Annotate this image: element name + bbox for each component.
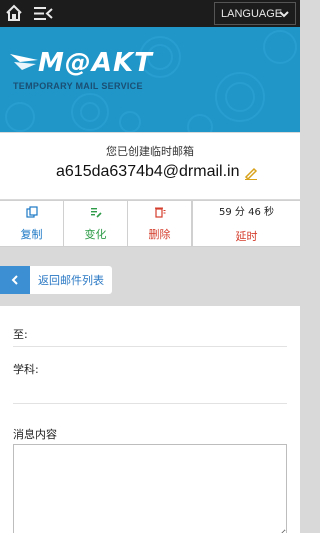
header-pattern xyxy=(5,30,297,132)
email-caption: 您已创建临时邮箱 xyxy=(106,145,194,158)
copy-button[interactable]: 复制 xyxy=(0,201,64,246)
trash-icon xyxy=(154,207,165,218)
extend-timer-button[interactable]: 59 分 46 秒 延时 xyxy=(192,201,300,246)
compose-form: 至: 学科: 消息内容 xyxy=(0,306,300,533)
mailbox-actions: 复制 变化 删除 59 分 46 秒 延时 xyxy=(0,200,300,247)
back-arrow-box xyxy=(0,266,30,294)
delete-label: 删除 xyxy=(148,227,171,241)
home-icon[interactable] xyxy=(5,4,23,22)
logo[interactable]: M@AKT xyxy=(38,48,153,78)
chevron-left-icon xyxy=(11,275,18,285)
to-input[interactable] xyxy=(38,318,284,346)
back-to-list-button[interactable]: 返回邮件列表 xyxy=(0,266,112,294)
email-address[interactable]: a615da6374b4@drmail.in xyxy=(56,163,239,181)
change-button[interactable]: 变化 xyxy=(64,201,128,246)
subject-divider xyxy=(13,403,287,404)
message-label: 消息内容 xyxy=(13,428,57,441)
back-label: 返回邮件列表 xyxy=(38,274,104,287)
subject-input[interactable] xyxy=(13,376,275,402)
subject-label: 学科: xyxy=(13,363,39,376)
to-divider xyxy=(13,346,287,347)
site-header: M@AKT TEMPORARY MAIL SERVICE xyxy=(0,27,300,132)
language-label: LANGUAGE xyxy=(221,7,283,20)
logo-subtitle: TEMPORARY MAIL SERVICE xyxy=(13,81,143,91)
extend-label: 延时 xyxy=(235,230,258,243)
timer-countdown: 59 分 46 秒 xyxy=(219,207,274,218)
top-bar: LANGUAGE xyxy=(0,0,300,27)
logo-wing-icon xyxy=(10,54,38,70)
copy-label: 复制 xyxy=(20,227,43,241)
change-label: 变化 xyxy=(84,227,107,241)
language-dropdown[interactable]: LANGUAGE xyxy=(214,2,296,25)
message-textarea[interactable] xyxy=(13,444,287,533)
pencil-icon[interactable] xyxy=(244,166,258,180)
chevron-down-icon xyxy=(279,11,289,18)
edit-list-icon xyxy=(90,207,102,218)
copy-icon xyxy=(25,205,38,218)
email-card: 您已创建临时邮箱 a615da6374b4@drmail.in xyxy=(0,133,300,199)
menu-icon[interactable] xyxy=(33,5,53,22)
to-label: 至: xyxy=(13,328,28,341)
delete-button[interactable]: 删除 xyxy=(128,201,192,246)
